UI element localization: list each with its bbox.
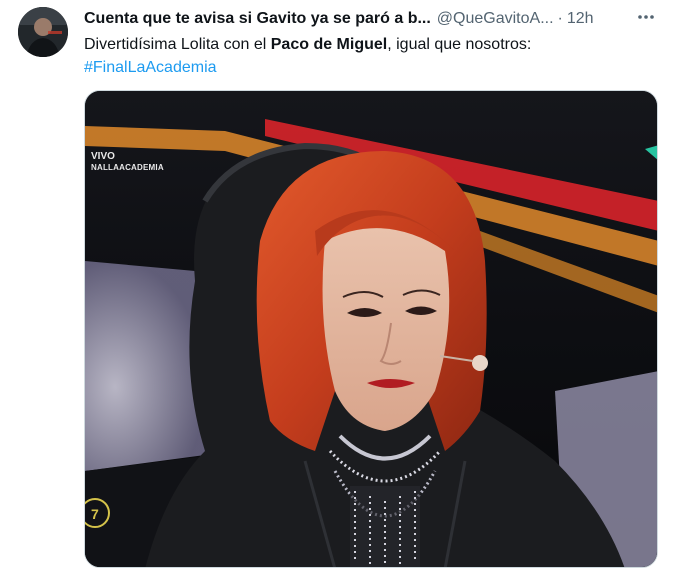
- broadcast-still: 7: [85, 91, 657, 567]
- display-name[interactable]: Cuenta que te avisa si Gavito ya se paró…: [84, 9, 431, 29]
- avatar[interactable]: [18, 7, 68, 57]
- tweet-text: Divertidísima Lolita con el Paco de Migu…: [84, 33, 654, 79]
- more-horizontal-icon: [638, 15, 654, 19]
- tweet-media-image[interactable]: 7 VIVO NALLAACADEMIA: [84, 90, 658, 568]
- hashtag-link[interactable]: #FinalLaAcademia: [84, 56, 654, 79]
- tweet-text-bold: Paco de Miguel: [270, 36, 388, 53]
- tweet-header: Cuenta que te avisa si Gavito ya se paró…: [84, 8, 657, 30]
- tweet-text-part: , igual que nosotros:: [387, 36, 532, 53]
- broadcast-bug: VIVO NALLAACADEMIA: [91, 151, 164, 173]
- svg-text:7: 7: [91, 506, 99, 522]
- separator-dot: ·: [557, 10, 563, 27]
- timestamp[interactable]: 12h: [567, 9, 594, 29]
- broadcast-hashtag-label: NALLAACADEMIA: [91, 163, 164, 172]
- broadcast-live-label: VIVO: [91, 151, 115, 162]
- tweet-text-line-1: Divertidísima Lolita con el Paco de Migu…: [84, 33, 654, 56]
- user-handle[interactable]: @QueGavitoA...: [437, 9, 554, 29]
- tweet-text-part: Divertidísima Lolita con el: [84, 36, 271, 53]
- avatar-image: [18, 7, 68, 57]
- more-options-button[interactable]: [635, 6, 657, 28]
- tweet: Cuenta que te avisa si Gavito ya se paró…: [0, 0, 677, 580]
